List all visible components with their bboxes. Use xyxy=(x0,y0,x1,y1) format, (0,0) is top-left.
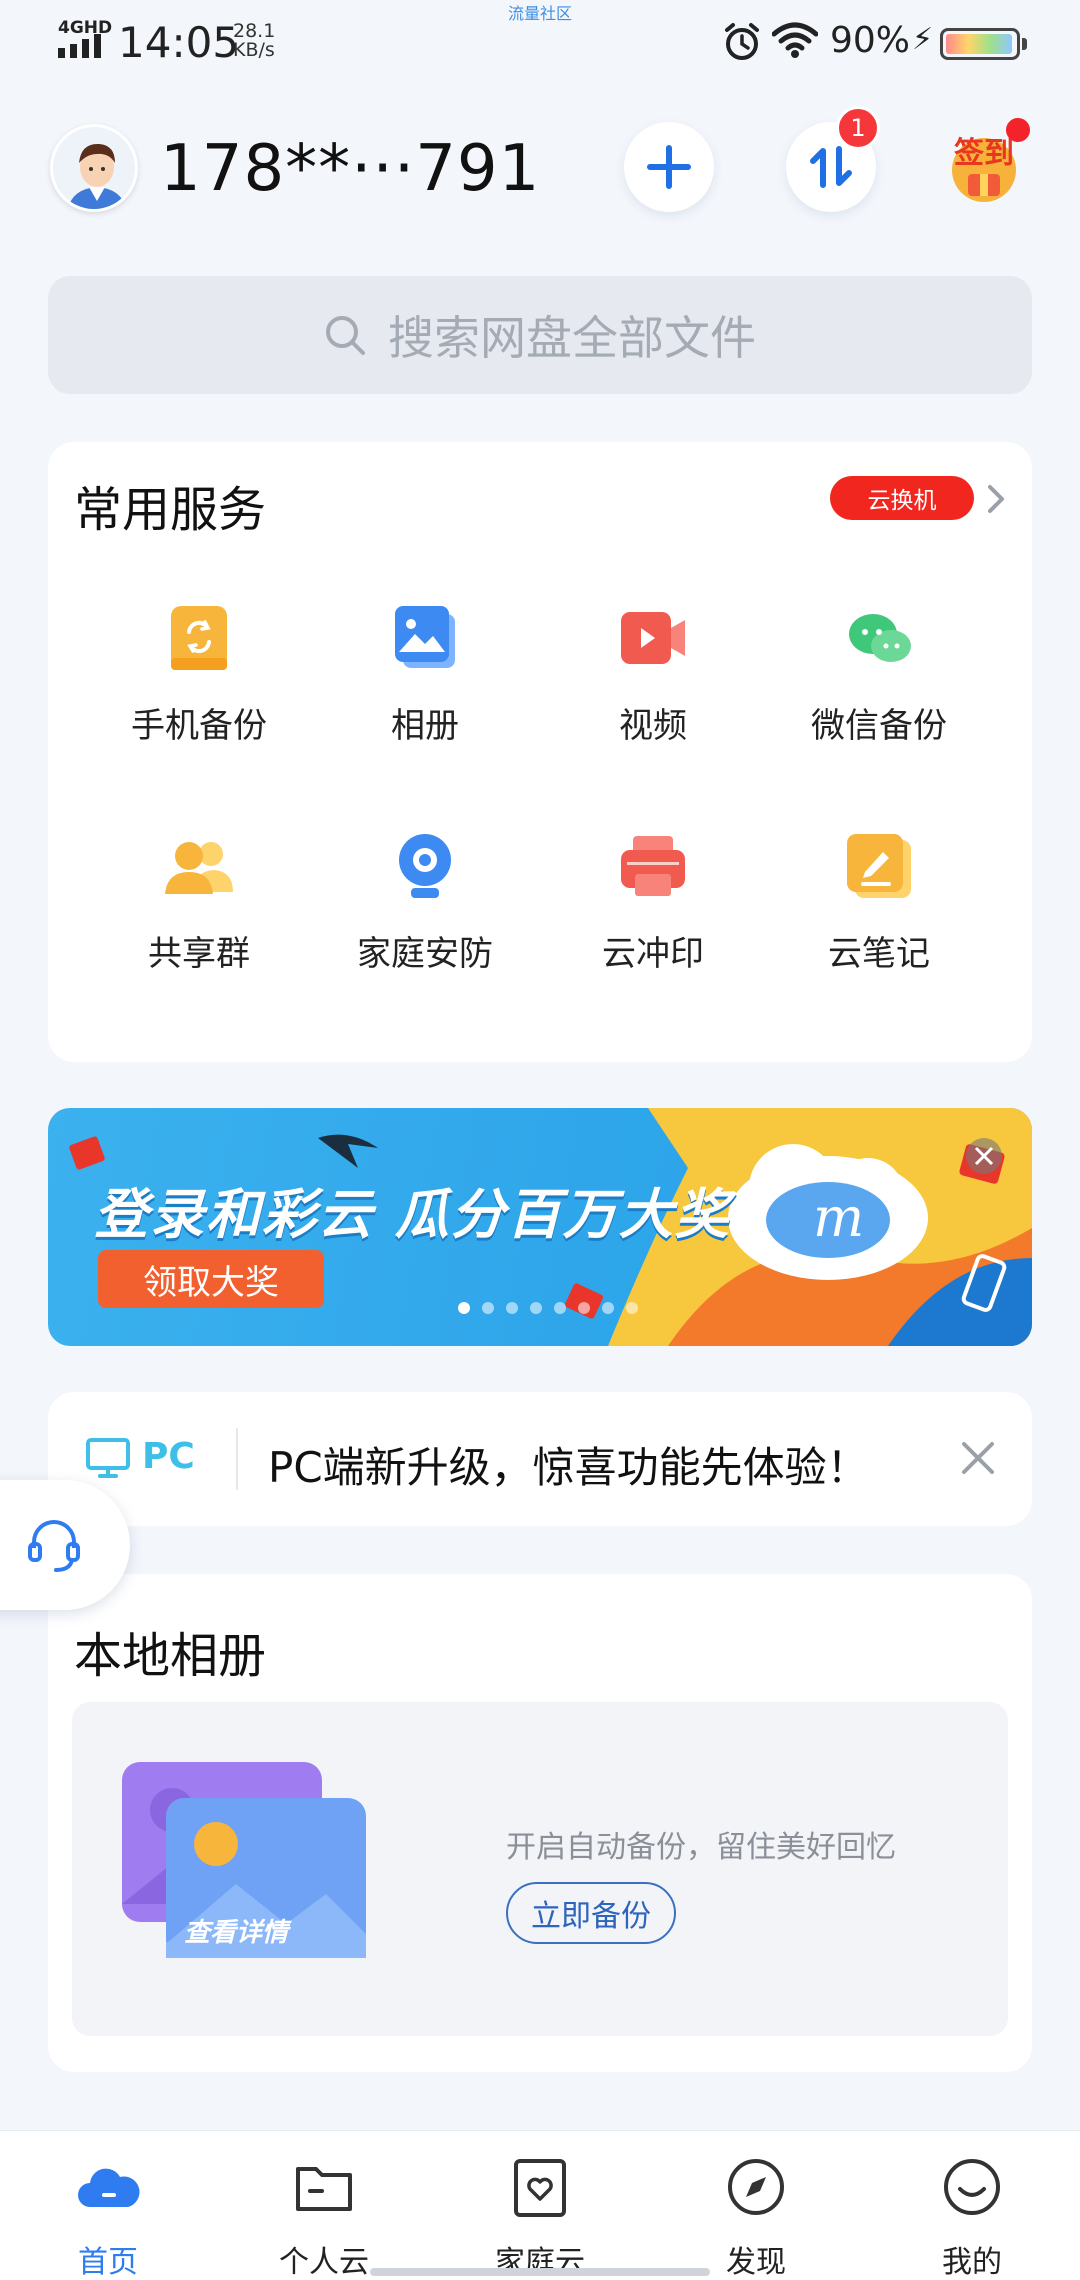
service-phone-backup[interactable]: 手机备份 xyxy=(86,602,312,802)
share-group-icon xyxy=(165,842,233,894)
service-album[interactable]: 相册 xyxy=(312,602,538,802)
banner-dot xyxy=(578,1302,590,1314)
tab-label: 个人云 xyxy=(279,2245,369,2280)
service-label: 微信备份 xyxy=(811,706,947,746)
service-label: 共享群 xyxy=(148,934,250,974)
notice-text: PC端新升级，惊喜功能先体验！ xyxy=(268,1443,869,1492)
tab-label: 我的 xyxy=(942,2245,1002,2280)
network-speed: 28.1 KB/s xyxy=(233,22,275,60)
transfer-badge: 1 xyxy=(836,106,880,150)
family-heart-icon xyxy=(514,2159,566,2217)
cloud-switch-promo[interactable]: 云换机 xyxy=(830,476,974,520)
signal-icon xyxy=(58,34,101,58)
services-card: 常用服务 云换机 手机备份 相册 视频 微信备份 共享群 家庭安防 云冲印 云笔… xyxy=(48,442,1032,1062)
avatar-image xyxy=(53,127,135,209)
tab-family-cloud[interactable]: 家庭云 xyxy=(432,2131,648,2280)
service-label: 家庭安防 xyxy=(357,934,493,974)
transfer-icon xyxy=(810,146,852,188)
service-video[interactable]: 视频 xyxy=(540,602,766,802)
wechat-icon xyxy=(849,614,911,662)
promo-banner[interactable]: m 登录和彩云 瓜分百万大奖 领取大奖 xyxy=(48,1108,1032,1346)
divider xyxy=(236,1428,238,1490)
avatar[interactable] xyxy=(50,124,138,212)
signin-dot xyxy=(1006,118,1030,142)
banner-pagination xyxy=(458,1302,638,1314)
username[interactable]: 178**···791 xyxy=(160,132,540,206)
service-cloud-print[interactable]: 云冲印 xyxy=(540,830,766,1030)
service-label: 手机备份 xyxy=(131,706,267,746)
smile-icon xyxy=(944,2159,1000,2215)
backup-now-button[interactable]: 立即备份 xyxy=(506,1882,676,1944)
home-indicator xyxy=(370,2268,710,2276)
charging-icon: ⚡ xyxy=(912,22,934,57)
close-icon[interactable] xyxy=(958,1438,998,1478)
album-illustration: 查看详情 xyxy=(116,1754,376,1974)
service-share-group[interactable]: 共享群 xyxy=(86,830,312,1030)
status-bar: 4GHD 14:05 28.1 KB/s 流量社区 90% ⚡ xyxy=(0,0,1080,84)
tab-personal-cloud[interactable]: 个人云 xyxy=(216,2131,432,2280)
banner-dot xyxy=(602,1302,614,1314)
service-home-security[interactable]: 家庭安防 xyxy=(312,830,538,1030)
pc-badge-label: PC xyxy=(142,1436,195,1477)
folder-icon xyxy=(296,2167,352,2211)
banner-dot xyxy=(626,1302,638,1314)
search-icon xyxy=(326,316,365,355)
local-album-card: 本地相册 查看详情 开启自动备份，留住美好回忆 立即备份 xyxy=(48,1574,1032,2072)
banner-claim-button[interactable]: 领取大奖 xyxy=(98,1250,324,1308)
banner-dot xyxy=(506,1302,518,1314)
search-placeholder: 搜索网盘全部文件 xyxy=(388,311,756,365)
battery-tip xyxy=(1022,38,1027,50)
service-wechat-backup[interactable]: 微信备份 xyxy=(766,602,992,802)
tab-discover[interactable]: 发现 xyxy=(648,2131,864,2280)
battery-percent: 90% xyxy=(830,20,911,61)
service-label: 云笔记 xyxy=(828,934,930,974)
home-cloud-icon xyxy=(78,2168,140,2207)
headset-icon xyxy=(28,1520,80,1572)
wifi-icon xyxy=(772,22,818,58)
speed-unit: KB/s xyxy=(233,39,275,61)
album-icon xyxy=(395,606,455,668)
status-time: 14:05 xyxy=(118,18,240,67)
service-cloud-note[interactable]: 云笔记 xyxy=(766,830,992,1030)
view-details-art: 查看详情 xyxy=(184,1918,289,1948)
customer-service-float[interactable] xyxy=(0,1480,130,1610)
cloud-note-icon xyxy=(847,834,911,898)
album-backup-panel: 查看详情 开启自动备份，留住美好回忆 立即备份 xyxy=(72,1702,1008,2036)
plus-icon xyxy=(647,145,691,189)
carrier-overlay: 流量社区 xyxy=(508,4,573,23)
video-icon xyxy=(621,612,685,664)
banner-dot xyxy=(458,1302,470,1314)
phone-backup-icon xyxy=(171,606,227,670)
home-security-icon xyxy=(399,834,451,898)
svg-text:m: m xyxy=(813,1186,864,1249)
banner-dot xyxy=(530,1302,542,1314)
service-label: 视频 xyxy=(619,706,687,746)
local-album-title: 本地相册 xyxy=(74,1628,267,1684)
album-backup-tip: 开启自动备份，留住美好回忆 xyxy=(506,1830,896,1865)
bottom-tab-bar: 首页 个人云 家庭云 发现 我的 xyxy=(0,2130,1080,2280)
tab-home[interactable]: 首页 xyxy=(0,2131,216,2280)
tab-mine[interactable]: 我的 xyxy=(864,2131,1080,2280)
add-button[interactable] xyxy=(624,122,714,212)
tab-label: 首页 xyxy=(78,2245,138,2280)
banner-dot xyxy=(554,1302,566,1314)
banner-dot xyxy=(482,1302,494,1314)
banner-title: 登录和彩云 瓜分百万大奖 xyxy=(94,1183,731,1246)
search-bar[interactable]: 搜索网盘全部文件 xyxy=(48,276,1032,394)
battery-icon xyxy=(940,28,1020,60)
alarm-icon xyxy=(725,23,759,60)
cloud-print-icon xyxy=(621,836,685,896)
pc-badge: PC xyxy=(86,1436,236,1480)
tab-label: 发现 xyxy=(726,2245,786,2280)
service-label: 相册 xyxy=(391,706,459,746)
services-title: 常用服务 xyxy=(74,482,267,538)
pc-upgrade-notice[interactable]: PC PC端新升级，惊喜功能先体验！ xyxy=(48,1392,1032,1526)
service-label: 云冲印 xyxy=(602,934,704,974)
compass-icon xyxy=(728,2159,784,2215)
chevron-right-icon[interactable] xyxy=(984,482,1008,516)
